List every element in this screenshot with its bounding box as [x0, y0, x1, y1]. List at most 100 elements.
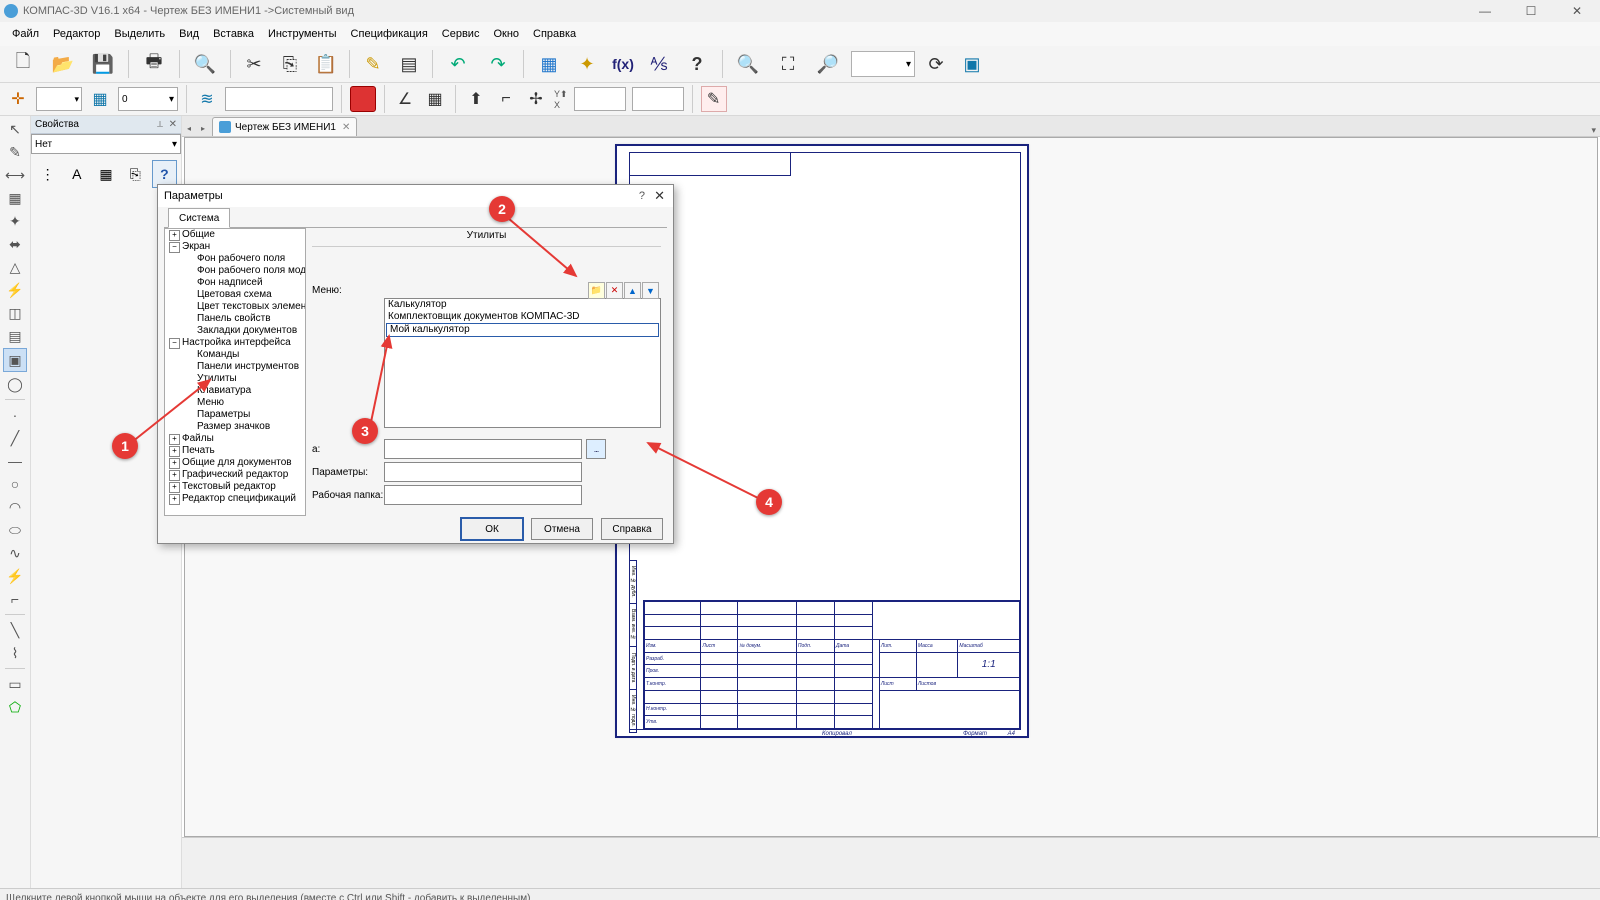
- menu-help[interactable]: Справка: [527, 26, 582, 42]
- menu-select[interactable]: Выделить: [108, 26, 171, 42]
- ortho-icon[interactable]: ⬆: [464, 87, 488, 111]
- aux-line-icon[interactable]: ╲: [4, 619, 26, 641]
- layer-select[interactable]: ▾: [36, 87, 82, 111]
- aux-break-icon[interactable]: ⌇: [4, 642, 26, 664]
- list-item[interactable]: Комплектовщик документов КОМПАС-3D: [385, 311, 660, 323]
- menu-service[interactable]: Сервис: [436, 26, 486, 42]
- brush-icon[interactable]: ✎: [358, 49, 388, 79]
- minimize-button[interactable]: —: [1462, 0, 1508, 22]
- menu-insert[interactable]: Вставка: [207, 26, 260, 42]
- variables-icon[interactable]: ✦: [572, 49, 602, 79]
- list-up-icon[interactable]: ▲: [624, 282, 641, 299]
- tool-insert-icon[interactable]: ◯: [4, 373, 26, 395]
- ok-button[interactable]: ОК: [461, 518, 523, 540]
- zoom-out-icon[interactable]: 🔎: [811, 47, 845, 81]
- prop-btn-3[interactable]: ▦: [93, 160, 118, 188]
- draw-point-icon[interactable]: ·: [4, 404, 26, 426]
- document-tab[interactable]: Чертеж БЕЗ ИМЕНИ1 ✕: [212, 117, 357, 136]
- help-icon[interactable]: ?: [680, 47, 714, 81]
- tool-views-icon[interactable]: ▣: [3, 348, 27, 372]
- menu-file[interactable]: Файл: [6, 26, 45, 42]
- utilities-list[interactable]: Калькулятор Комплектовщик документов КОМ…: [384, 298, 661, 428]
- paste-icon[interactable]: 📋: [311, 49, 341, 79]
- window-icon[interactable]: ▣: [957, 49, 987, 79]
- manager-icon[interactable]: ▦: [532, 47, 566, 81]
- list-down-icon[interactable]: ▼: [642, 282, 659, 299]
- prop-btn-1[interactable]: ⋮: [35, 160, 60, 188]
- round-icon[interactable]: ⌐: [494, 87, 518, 111]
- print-icon[interactable]: 🖶: [137, 47, 171, 81]
- tab-menu-icon[interactable]: ▾: [1591, 125, 1600, 136]
- fx-icon[interactable]: f(x): [608, 49, 638, 79]
- draw-hline-icon[interactable]: —: [4, 450, 26, 472]
- draw-line-icon[interactable]: ╱: [4, 427, 26, 449]
- cut-icon[interactable]: ✂: [239, 49, 269, 79]
- style-input[interactable]: [225, 87, 333, 111]
- draw-circle-icon[interactable]: ○: [4, 473, 26, 495]
- coord-x-input[interactable]: [574, 87, 626, 111]
- menu-view[interactable]: Вид: [173, 26, 205, 42]
- save-icon[interactable]: 💾: [86, 47, 120, 81]
- redo-icon[interactable]: ↷: [481, 47, 515, 81]
- workdir-input[interactable]: [384, 485, 582, 505]
- tool-select-icon[interactable]: ◫: [4, 302, 26, 324]
- list-add-icon[interactable]: 📁: [588, 282, 605, 299]
- grid-icon[interactable]: ▦: [423, 87, 447, 111]
- copy-icon[interactable]: ⎘: [275, 49, 305, 79]
- snap-toggle-icon[interactable]: [350, 86, 376, 112]
- pin-icon[interactable]: ⟂: [157, 119, 163, 130]
- aux-rect-icon[interactable]: ▭: [4, 673, 26, 695]
- draw-arc-icon[interactable]: ◠: [4, 496, 26, 518]
- tool-edit-icon[interactable]: ⬌: [4, 233, 26, 255]
- list-item[interactable]: Калькулятор: [385, 299, 660, 311]
- dialog-help-icon[interactable]: ?: [639, 190, 645, 202]
- track-icon[interactable]: ✢: [524, 87, 548, 111]
- params-input[interactable]: [384, 462, 582, 482]
- refresh-icon[interactable]: ⟳: [921, 49, 951, 79]
- undo-icon[interactable]: ↶: [441, 47, 475, 81]
- tool-param-icon[interactable]: △: [4, 256, 26, 278]
- layers-icon[interactable]: ▦: [88, 87, 112, 111]
- help-button[interactable]: Справка: [601, 518, 663, 540]
- open-icon[interactable]: 📂: [46, 47, 80, 81]
- settings-tree[interactable]: +Общие −Экран Фон рабочего поля Фон рабо…: [164, 228, 306, 516]
- edit-mode-icon[interactable]: ✎: [701, 86, 727, 112]
- draw-ellipse-icon[interactable]: ⬭: [4, 519, 26, 541]
- tool-line-icon[interactable]: ✎: [4, 141, 26, 163]
- prop-btn-4[interactable]: ⎘: [123, 160, 148, 188]
- browse-button[interactable]: ...: [586, 439, 606, 459]
- draw-rect-icon[interactable]: ⌐: [4, 588, 26, 610]
- preview-icon[interactable]: 🔍: [188, 47, 222, 81]
- tab-prev-icon[interactable]: ◂: [182, 120, 196, 136]
- draw-bezier-icon[interactable]: ⚡: [4, 565, 26, 587]
- maximize-button[interactable]: ☐: [1508, 0, 1554, 22]
- list-delete-icon[interactable]: ✕: [606, 282, 623, 299]
- new-icon[interactable]: 🗋: [6, 47, 40, 81]
- origin-icon[interactable]: ✛: [6, 87, 30, 111]
- style-icon[interactable]: ≋: [195, 87, 219, 111]
- menu-window[interactable]: Окно: [487, 26, 525, 42]
- tool-measure-icon[interactable]: ⚡: [4, 279, 26, 301]
- menu-edit[interactable]: Редактор: [47, 26, 106, 42]
- angle-icon[interactable]: ∠: [393, 87, 417, 111]
- zoom-dropdown[interactable]: ▾: [851, 51, 915, 77]
- tree-utilities[interactable]: Утилиты: [183, 373, 305, 385]
- menu-tools[interactable]: Инструменты: [262, 26, 343, 42]
- command-input[interactable]: [384, 439, 582, 459]
- panel-close-icon[interactable]: ✕: [169, 119, 177, 130]
- dialog-tab-system[interactable]: Система: [168, 208, 230, 228]
- calc-icon[interactable]: ⅍: [644, 49, 674, 79]
- tool-point-icon[interactable]: ↖: [4, 118, 26, 140]
- aux-poly-icon[interactable]: ⬠: [4, 696, 26, 718]
- tool-spec-icon[interactable]: ▤: [4, 325, 26, 347]
- properties-icon[interactable]: ▤: [394, 49, 424, 79]
- zoom-in-icon[interactable]: 🔍: [731, 47, 765, 81]
- view-name-input[interactable]: 0▾: [118, 87, 178, 111]
- dialog-close-icon[interactable]: ✕: [654, 188, 665, 204]
- zoom-fit-icon[interactable]: ⛶: [771, 47, 805, 81]
- list-item-editing[interactable]: Мой калькулятор: [386, 323, 659, 337]
- draw-spline-icon[interactable]: ∿: [4, 542, 26, 564]
- menu-spec[interactable]: Спецификация: [345, 26, 434, 42]
- tool-dim-icon[interactable]: ⟷: [4, 164, 26, 186]
- close-button[interactable]: ✕: [1554, 0, 1600, 22]
